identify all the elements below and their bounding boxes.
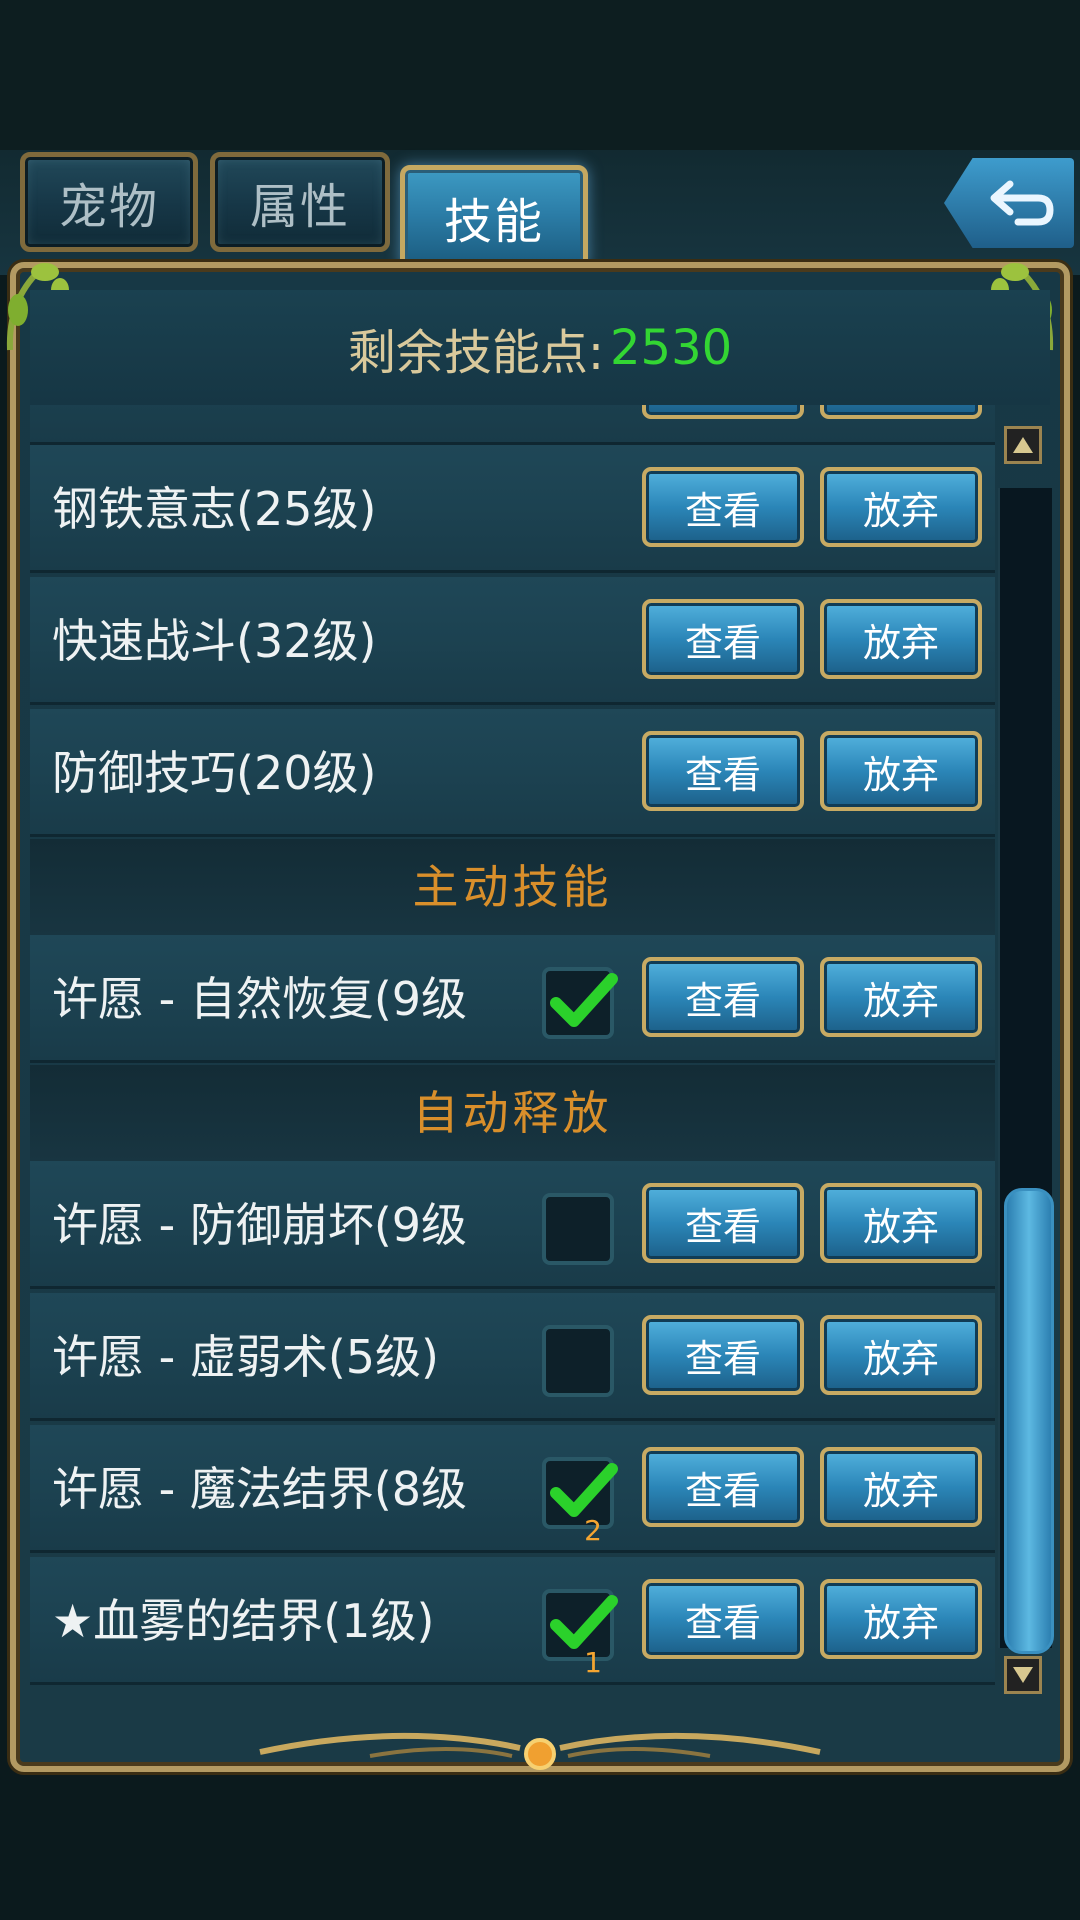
auto-cast-checkbox[interactable] [542,1193,614,1265]
skill-row: 防御技巧(20级) 查看 放弃 [30,709,995,837]
checkmark-icon [550,973,618,1027]
scroll-thumb[interactable] [1004,1188,1054,1654]
checkmark-icon [550,1463,618,1517]
back-arrow-icon [990,180,1054,226]
view-button[interactable]: 查看 [642,1183,804,1263]
skill-row: 活力恢复(22级) 查看 放弃 [30,405,995,445]
skill-points-label: 剩余技能点: [347,324,605,381]
skill-name: ★血雾的结界(1级) [52,1594,435,1648]
section-header-auto-cast: 自动释放 [30,1065,995,1161]
skill-row: ★血雾的结界(1级) 1 查看 放弃 [30,1557,995,1685]
tab-pet[interactable]: 宠物 [20,152,198,252]
view-button[interactable]: 查看 [642,1315,804,1395]
view-button[interactable]: 查看 [642,467,804,547]
view-button[interactable]: 查看 [642,405,804,419]
checkmark-icon [550,1595,618,1649]
skill-name: 防御技巧(20级) [52,746,377,800]
skill-row: 许愿 - 自然恢复(9级 查看 放弃 [30,935,995,1063]
tab-skills[interactable]: 技能 [400,165,588,269]
skill-row: 钢铁意志(25级) 查看 放弃 [30,445,995,573]
skill-points-display: 剩余技能点: 2530 [30,290,1050,405]
skill-row: 许愿 - 魔法结界(8级 2 查看 放弃 [30,1425,995,1553]
auto-cast-checkbox[interactable]: 1 [542,1589,618,1679]
skill-list[interactable]: 活力恢复(22级) 查看 放弃 钢铁意志(25级) 查看 放弃 快速战斗(32级… [30,405,995,1710]
abandon-button[interactable]: 放弃 [820,599,982,679]
view-button[interactable]: 查看 [642,1447,804,1527]
section-header-active-skills: 主动技能 [30,839,995,935]
abandon-button[interactable]: 放弃 [820,1579,982,1659]
abandon-button[interactable]: 放弃 [820,957,982,1037]
skill-name: 许愿 - 虚弱术(5级) [52,1330,440,1384]
view-button[interactable]: 查看 [642,957,804,1037]
skill-row: 许愿 - 虚弱术(5级) 查看 放弃 [30,1293,995,1421]
scrollbar[interactable] [998,420,1054,1700]
skill-row: 许愿 - 防御崩坏(9级 查看 放弃 [30,1161,995,1289]
auto-cast-checkbox[interactable] [542,1325,614,1397]
abandon-button[interactable]: 放弃 [820,467,982,547]
scroll-down-button[interactable] [1004,1656,1042,1694]
scroll-up-button[interactable] [1004,426,1042,464]
status-bar-area [0,0,1080,150]
arrow-up-icon [1013,437,1033,453]
abandon-button[interactable]: 放弃 [820,731,982,811]
view-button[interactable]: 查看 [642,599,804,679]
priority-number: 1 [584,1646,602,1679]
ornament-icon [259,1732,821,1770]
auto-cast-checkbox[interactable] [542,967,618,1039]
abandon-button[interactable]: 放弃 [820,1183,982,1263]
auto-cast-checkbox[interactable]: 2 [542,1457,618,1547]
abandon-button[interactable]: 放弃 [820,1447,982,1527]
view-button[interactable]: 查看 [642,1579,804,1659]
skill-points-value: 2530 [610,319,733,376]
tab-attributes[interactable]: 属性 [210,152,390,252]
skill-name: 钢铁意志(25级) [52,482,377,536]
abandon-button[interactable]: 放弃 [820,405,982,419]
priority-number: 2 [584,1514,602,1547]
arrow-down-icon [1013,1667,1033,1683]
skill-name: 许愿 - 防御崩坏(9级 [52,1198,468,1252]
skill-row: 快速战斗(32级) 查看 放弃 [30,577,995,705]
skill-name: 快速战斗(32级) [52,614,377,668]
skill-name: 许愿 - 自然恢复(9级 [52,972,468,1026]
skill-name: 活力恢复(22级) [52,405,552,445]
skill-name: 许愿 - 魔法结界(8级 [52,1462,468,1516]
scroll-track[interactable] [998,488,1054,1654]
view-button[interactable]: 查看 [642,731,804,811]
abandon-button[interactable]: 放弃 [820,1315,982,1395]
